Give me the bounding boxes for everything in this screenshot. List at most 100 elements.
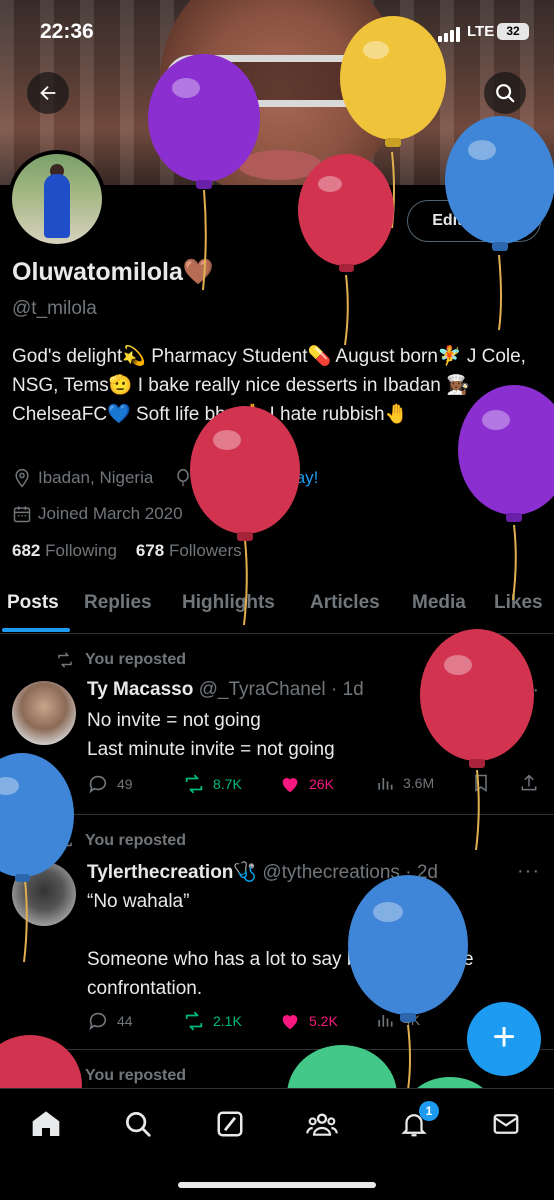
- view-count: 4K: [403, 1012, 421, 1028]
- signal-icon: [438, 26, 460, 42]
- repost-count: 2.1K: [213, 1013, 242, 1029]
- tab-posts[interactable]: Posts: [7, 592, 59, 614]
- nav-home[interactable]: [29, 1107, 63, 1141]
- following-label: Following: [45, 541, 117, 560]
- followers-link[interactable]: 678 Followers: [136, 541, 242, 560]
- followers-count: 678: [135, 541, 165, 560]
- reply-icon: [89, 1012, 107, 1031]
- status-bar: 22:36 LTE 32: [0, 18, 554, 48]
- reply-icon: [89, 775, 107, 794]
- like-button[interactable]: 5.2K: [279, 1010, 338, 1032]
- repost-label: You reposted: [55, 832, 186, 850]
- following-link[interactable]: 682 Following: [12, 541, 117, 560]
- post-time: · 2d: [405, 862, 438, 883]
- tab-likes[interactable]: Likes: [494, 592, 543, 614]
- like-count: 5.2K: [309, 1013, 338, 1029]
- profile-handle: @t_milola: [12, 298, 97, 319]
- heart-icon: [282, 1015, 298, 1030]
- tab-highlights[interactable]: Highlights: [182, 592, 275, 614]
- reply-button[interactable]: 49: [87, 773, 133, 795]
- view-count: 3.6M: [403, 775, 435, 791]
- post-item[interactable]: You reposted Ty Macasso @_TyraChanel · 1…: [0, 635, 554, 815]
- search-icon: [126, 1112, 151, 1137]
- more-options-icon[interactable]: ···: [517, 679, 540, 702]
- banner-lips: [238, 150, 322, 180]
- location-icon: [15, 468, 29, 488]
- repost-label: You reposted: [55, 651, 186, 669]
- search-icon: [496, 84, 515, 103]
- tab-replies[interactable]: Replies: [84, 592, 152, 614]
- post-text: No invite = not going Last minute invite…: [87, 710, 335, 760]
- avatar: [12, 154, 102, 244]
- nav-notifications[interactable]: 1: [397, 1101, 439, 1141]
- tab-media[interactable]: Media: [412, 592, 466, 614]
- battery-icon: 32: [497, 23, 529, 40]
- notification-badge: 1: [419, 1101, 439, 1121]
- active-tab-indicator: [2, 628, 70, 632]
- repost-icon: [58, 1068, 72, 1084]
- repost-count: 8.7K: [213, 776, 242, 792]
- post-author-name[interactable]: Tylerthecreation🩺: [87, 862, 257, 883]
- following-count: 682: [12, 541, 41, 560]
- post-author-line: Tylerthecreation🩺 @tythecreations · 2d: [87, 860, 438, 884]
- repost-label-text: You reposted: [85, 651, 187, 668]
- more-options-icon[interactable]: ···: [517, 860, 540, 883]
- reply-button[interactable]: 44: [87, 1010, 133, 1032]
- post-item[interactable]: You reposted Tylerthecreation🩺 @tythecre…: [0, 816, 554, 1050]
- share-button[interactable]: [519, 773, 539, 793]
- repost-icon: [58, 833, 72, 849]
- nav-search[interactable]: [121, 1107, 155, 1141]
- profile-location: Ibadan, Nigeria: [38, 468, 154, 487]
- edit-profile-button[interactable]: Edit profile: [407, 200, 541, 242]
- repost-button[interactable]: 8.7K: [183, 773, 242, 795]
- reply-count: 44: [117, 1013, 133, 1029]
- views-icon: [378, 1015, 393, 1027]
- status-time: 22:36: [40, 20, 94, 43]
- banner-sunglasses: [165, 55, 395, 107]
- search-button[interactable]: [484, 72, 526, 114]
- nav-messages[interactable]: [489, 1107, 523, 1141]
- post-author-name[interactable]: Ty Macasso: [87, 679, 193, 700]
- mail-icon: [493, 1114, 519, 1134]
- repost-icon: [185, 1011, 203, 1031]
- profile-bio: God's delight💫 Pharmacy Student💊 August …: [12, 346, 526, 425]
- avatar-figure: [44, 174, 70, 238]
- repost-label: You reposted: [55, 1067, 186, 1085]
- profile-joined: Joined March 2020: [38, 504, 183, 523]
- nav-communities[interactable]: [305, 1107, 339, 1141]
- home-indicator: [178, 1182, 376, 1188]
- back-button[interactable]: [27, 72, 69, 114]
- post-actions: 49 8.7K 26K 3.6M: [87, 773, 542, 797]
- repost-label-text: You reposted: [85, 832, 187, 849]
- like-button[interactable]: 26K: [279, 773, 334, 795]
- back-arrow-icon: [40, 85, 56, 101]
- profile-avatar[interactable]: [8, 150, 106, 248]
- communities-icon: [306, 1113, 338, 1136]
- post-time: · 1d: [330, 679, 364, 700]
- avatar[interactable]: [12, 862, 76, 926]
- post-author-handle[interactable]: @_TyraChanel: [199, 679, 326, 700]
- post-author-handle[interactable]: @tythecreations: [262, 862, 400, 883]
- avatar[interactable]: [12, 681, 76, 745]
- followers-label: Followers: [168, 541, 242, 560]
- like-count: 26K: [309, 776, 334, 792]
- repost-icon: [185, 774, 203, 794]
- views-button[interactable]: 3.6M: [375, 773, 434, 793]
- bookmark-icon: [475, 774, 487, 792]
- views-icon: [378, 778, 393, 790]
- heart-icon: [282, 778, 298, 793]
- repost-label-text: You reposted: [85, 1067, 187, 1084]
- share-icon: [521, 774, 537, 791]
- tab-articles[interactable]: Articles: [310, 592, 380, 614]
- profile-tabs: Posts Replies Highlights Articles Media …: [0, 588, 554, 634]
- repost-button[interactable]: 2.1K: [183, 1010, 242, 1032]
- compose-button[interactable]: +: [467, 1002, 541, 1076]
- repost-icon: [58, 652, 72, 668]
- follow-stats: 682 Following 678 Followers: [12, 541, 242, 561]
- birthday-link[interactable]: Happy birthday!: [199, 468, 318, 488]
- calendar-icon: [13, 506, 31, 523]
- views-button[interactable]: 4K: [375, 1010, 420, 1030]
- nav-grok[interactable]: [213, 1107, 247, 1141]
- network-type: LTE: [467, 23, 495, 40]
- bookmark-button[interactable]: [471, 773, 491, 793]
